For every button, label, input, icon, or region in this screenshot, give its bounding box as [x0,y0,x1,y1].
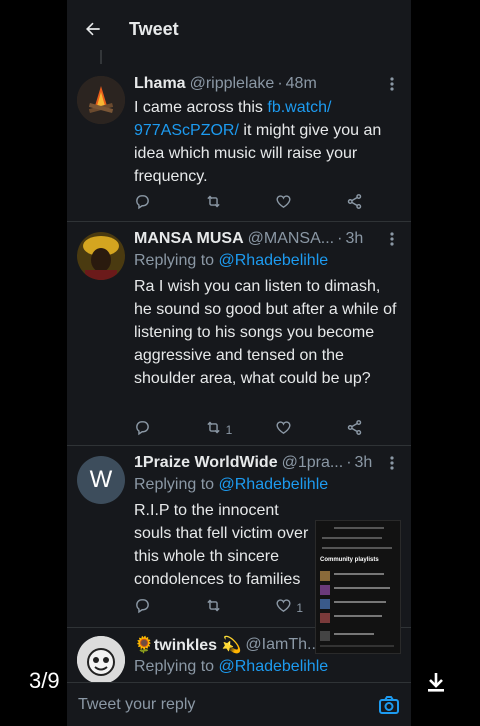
reply-button[interactable] [134,596,186,620]
thread-line [100,50,102,64]
tweet-text: R.I.P to the innocent souls that fell vi… [134,502,309,588]
author-name[interactable]: 🌻twinkles 💫 [134,635,241,655]
share-icon [346,193,363,215]
avatar-letter: W [89,466,113,493]
thumb-line [334,573,384,575]
timestamp: 3h [354,454,373,471]
reply-icon [134,193,151,215]
reply-to-user[interactable]: @Rhadebelihle [219,252,329,269]
thumb-art [320,599,330,609]
retweet-icon [205,597,222,619]
tweet-actions: 1 [134,418,364,442]
thumb-line [322,547,392,549]
share-button[interactable] [346,192,364,216]
retweet-button[interactable] [205,192,257,216]
more-options-icon[interactable] [383,73,401,95]
reply-button[interactable] [134,192,186,216]
thumb-art [320,631,330,641]
author-handle[interactable]: @ripplelake [190,75,275,93]
separator-dot: · [277,75,283,92]
replying-to: Replying to @Rhadebelihle [134,658,329,675]
share-icon [346,419,363,441]
tweet-text: I came across this fb.watch/ 977AScPZOR/… [134,99,382,185]
like-count: 1 [296,601,303,615]
heart-icon [275,193,292,215]
page-title: Tweet [129,18,179,39]
avatar[interactable] [77,232,125,280]
camera-icon[interactable] [377,693,401,717]
thumb-title: Community playlists [320,557,379,563]
reply-to-user[interactable]: @Rhadebelihle [219,658,329,675]
heart-icon [275,597,292,619]
thumb-line [322,537,382,539]
timestamp: 3h [345,230,364,247]
timestamp: 48m [285,75,317,92]
thumb-art [320,613,330,623]
tweet-item[interactable]: MANSA MUSA @MANSA... · 3h Replying to @R… [67,222,411,446]
tweet-item[interactable]: Lhama @ripplelake · 48m I came across th… [67,50,411,222]
embedded-screenshot-image[interactable]: Community playlists [315,520,401,654]
retweet-icon [205,193,222,215]
thumb-line [334,601,386,603]
thumb-art [320,571,330,581]
reply-icon [134,597,151,619]
more-options-icon[interactable] [383,452,401,474]
author-name[interactable]: MANSA MUSA [134,230,244,248]
thumb-line [334,615,382,617]
reply-icon [134,419,151,441]
reply-button[interactable] [134,418,186,442]
avatar[interactable]: W [77,456,125,504]
author-handle[interactable]: @MANSA... [248,230,334,248]
retweet-icon [205,419,222,441]
reply-composer[interactable]: Tweet your reply [67,682,411,726]
heart-icon [275,419,292,441]
reply-to-user[interactable]: @Rhadebelihle [219,476,329,493]
download-icon[interactable] [424,670,448,694]
reply-input[interactable]: Tweet your reply [78,696,377,714]
avatar[interactable] [77,76,125,124]
replying-to: Replying to @Rhadebelihle [134,476,329,493]
image-counter: 3/9 [29,668,60,693]
thumb-art [320,585,330,595]
like-button[interactable] [275,418,327,442]
thumb-line [320,645,394,647]
thumb-line [334,587,390,589]
tweet-actions [134,192,364,216]
author-handle[interactable]: @1pra... [282,454,344,472]
like-button[interactable] [275,192,327,216]
avatar[interactable] [77,636,125,684]
more-options-icon[interactable] [383,228,401,250]
separator-dot: · [346,454,352,471]
retweet-count: 1 [225,423,233,437]
thumb-line [334,633,374,635]
replying-to: Replying to @Rhadebelihle [134,252,329,269]
author-name[interactable]: 1Praize WorldWide [134,454,278,472]
retweet-button[interactable]: 1 [205,418,257,442]
share-button[interactable] [346,418,364,442]
separator-dot: · [337,230,343,247]
tweet-text: Ra I wish you can listen to dimash, he s… [134,278,397,387]
back-arrow-icon[interactable] [69,0,117,58]
author-name[interactable]: Lhama [134,75,186,93]
retweet-button[interactable] [205,596,257,620]
top-bar: Tweet [67,0,411,58]
author-handle[interactable]: @IamTh... [245,636,320,654]
thumb-line [334,527,384,529]
